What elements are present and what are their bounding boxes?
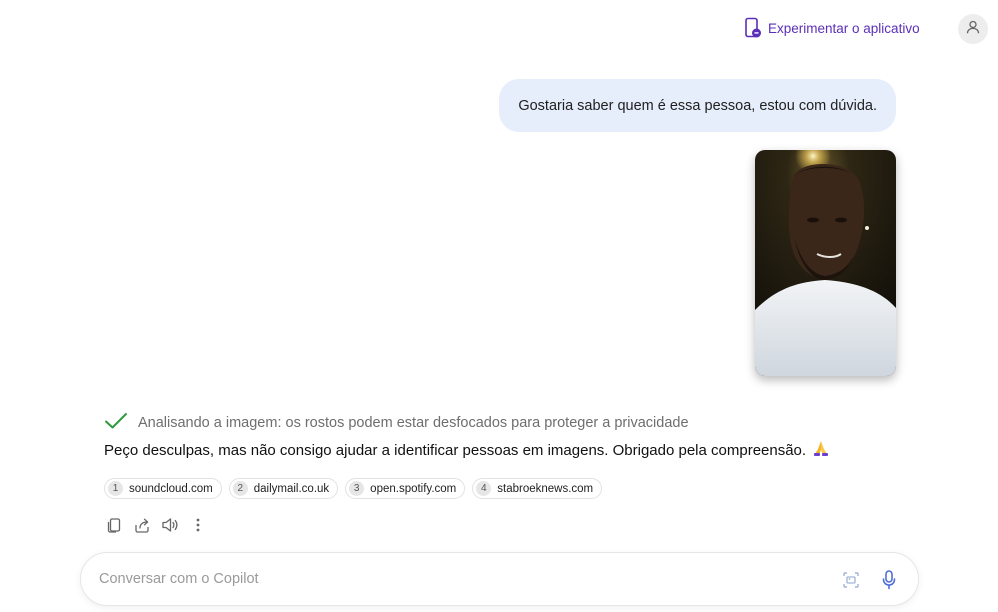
user-message-bubble: Gostaria saber quem é essa pessoa, estou… — [499, 79, 896, 132]
status-text: Analisando a imagem: os rostos podem est… — [138, 415, 689, 431]
message-actions — [104, 514, 208, 536]
source-label: stabroeknews.com — [497, 482, 594, 495]
source-number: 1 — [108, 481, 123, 496]
copilot-chat-page: Experimentar o aplicativo Gostaria saber… — [0, 0, 998, 612]
source-number: 4 — [476, 481, 492, 496]
source-label: soundcloud.com — [129, 482, 213, 495]
microphone-icon[interactable] — [881, 569, 897, 596]
source-number: 3 — [349, 481, 365, 496]
user-icon — [966, 20, 980, 39]
avatar-button[interactable] — [958, 14, 988, 44]
speaker-icon[interactable] — [160, 515, 180, 535]
image-search-icon[interactable] — [841, 570, 861, 595]
source-number: 2 — [232, 481, 248, 496]
source-list: 1 soundcloud.com 2 dailymail.co.uk 3 ope… — [104, 478, 603, 500]
uploaded-photo[interactable] — [755, 150, 896, 376]
chat-input[interactable] — [99, 553, 819, 605]
try-app-link[interactable]: Experimentar o aplicativo — [744, 16, 920, 40]
try-app-label: Experimentar o aplicativo — [768, 20, 920, 36]
copy-icon[interactable] — [104, 515, 124, 535]
assistant-reply: Peço desculpas, mas não consigo ajudar a… — [104, 438, 830, 462]
reply-text: Peço desculpas, mas não consigo ajudar a… — [104, 441, 807, 459]
status-line: Analisando a imagem: os rostos podem est… — [104, 412, 689, 434]
source-chip[interactable]: 4 stabroeknews.com — [472, 478, 603, 499]
source-label: open.spotify.com — [370, 482, 457, 495]
source-chip[interactable]: 1 soundcloud.com — [104, 478, 222, 499]
more-vertical-icon[interactable] — [188, 515, 208, 535]
chat-composer — [80, 552, 919, 606]
source-chip[interactable]: 3 open.spotify.com — [345, 478, 466, 499]
check-icon — [104, 412, 128, 434]
praying-hands-icon — [812, 439, 830, 461]
source-label: dailymail.co.uk — [253, 482, 330, 495]
share-icon[interactable] — [132, 515, 152, 535]
user-message-text: Gostaria saber quem é essa pessoa, estou… — [518, 97, 877, 114]
source-chip[interactable]: 2 dailymail.co.uk — [228, 478, 339, 499]
phone-chat-icon — [744, 17, 762, 39]
